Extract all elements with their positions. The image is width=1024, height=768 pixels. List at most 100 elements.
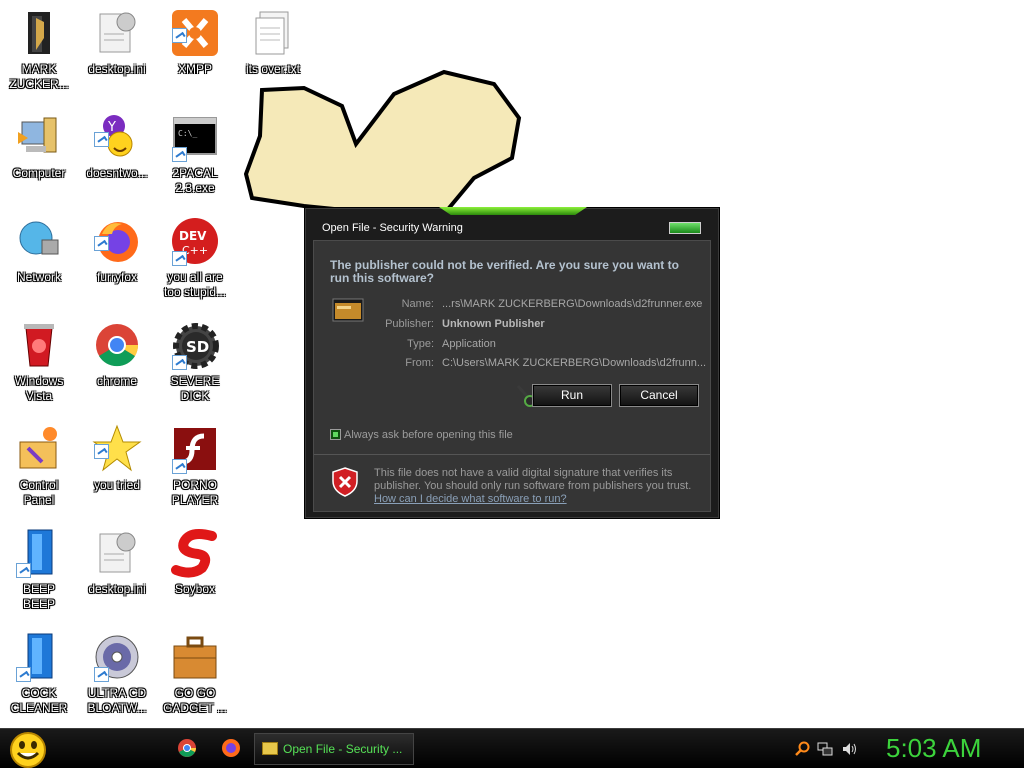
- desktop-icon-label: ULTRA CD BLOATW...: [87, 686, 147, 715]
- desktop-icon-label: Control Panel: [19, 478, 59, 507]
- network-globe-icon: [14, 216, 64, 266]
- shortcut-arrow-icon: [94, 444, 109, 459]
- dialog-body: The publisher could not be verified. Are…: [313, 240, 711, 512]
- desktop-icon-label: XMPP: [177, 62, 212, 76]
- shortcut-arrow-icon: [16, 667, 31, 682]
- always-ask-checkbox[interactable]: [330, 429, 341, 440]
- settings-file-icon: [92, 528, 142, 578]
- shortcut-arrow-icon: [172, 459, 187, 474]
- taskbar-item-security-warning[interactable]: Open File - Security ...: [254, 733, 414, 765]
- text-file-icon: [248, 8, 298, 58]
- warning-text: This file does not have a valid digital …: [374, 467, 692, 492]
- desktop-icon-label: BEEP BEEP: [22, 582, 55, 611]
- desktop-icon-label: doesntwo...: [86, 166, 148, 180]
- network-tray-icon[interactable]: [817, 741, 833, 757]
- desktop-icon-doesntwo[interactable]: Y doesntwo...: [78, 112, 156, 181]
- field-from: From: C:\Users\MARK ZUCKERBERG\Downloads\…: [374, 357, 707, 369]
- field-from-label: From:: [405, 357, 434, 369]
- desktop-icon-label: PORNO PLAYER: [171, 478, 219, 507]
- desktop-icon-ultra-cd[interactable]: ULTRA CD BLOATW...: [78, 632, 156, 716]
- desktop-blob-shape: [244, 69, 522, 216]
- desktop-icon-you-all-are-too-stupid[interactable]: DEV C++ you all are too stupid...: [156, 216, 234, 300]
- taskbar-item-label: Open File - Security ...: [283, 742, 403, 756]
- recycle-bin-icon: [14, 320, 64, 370]
- chrome-quicklaunch-icon[interactable]: [177, 738, 197, 758]
- field-from-value: C:\Users\MARK ZUCKERBERG\Downloads\d2fru…: [442, 357, 707, 369]
- desktop-icon-label: Computer: [12, 166, 66, 180]
- settings-file-icon: [92, 8, 142, 58]
- desktop-icon-furryfox[interactable]: furryfox: [78, 216, 156, 285]
- field-name-label: Name:: [401, 298, 434, 310]
- desktop-icon-label: you tried: [93, 478, 141, 492]
- desktop-icon-you-tried[interactable]: you tried: [78, 424, 156, 493]
- volume-icon[interactable]: [841, 741, 857, 757]
- desktop-icon-cock-cleaner[interactable]: COCK CLEANER: [0, 632, 78, 716]
- chrome-icon: [92, 320, 142, 370]
- desktop-icon-beep-beep[interactable]: BEEP BEEP: [0, 528, 78, 612]
- field-publisher: Publisher: Unknown Publisher: [374, 318, 704, 330]
- taskbar-clock[interactable]: 5:03 AM: [886, 733, 981, 764]
- field-type-label: Type:: [407, 338, 434, 350]
- field-type-value: Application: [442, 338, 496, 350]
- taskbar: Open File - Security ... 5:03 AM: [0, 728, 1024, 768]
- security-warning-dialog: Open File - Security Warning The publish…: [304, 207, 720, 519]
- desktop-icon-its-over-txt[interactable]: its over.txt: [234, 8, 312, 77]
- desktop-icon-label: desktop.ini: [88, 62, 146, 76]
- desktop-icon-desktop-ini[interactable]: desktop.ini: [78, 8, 156, 77]
- desktop-icon-label: Network: [16, 270, 61, 284]
- desktop-icon-mark-zucker[interactable]: MARK ZUCKER...: [0, 8, 78, 92]
- svg-text:SD: SD: [186, 338, 209, 356]
- desktop-icon-label: Soybox: [174, 582, 216, 596]
- desktop-icon-2pacal[interactable]: C:\_ 2PACAL 2.3.exe: [156, 112, 234, 196]
- desktop-icon-chrome[interactable]: chrome: [78, 320, 156, 389]
- desktop-icon-control-panel[interactable]: Control Panel: [0, 424, 78, 508]
- desktop-icon-label: SEVERE DICK: [170, 374, 220, 403]
- svg-text:C:\_: C:\_: [178, 129, 197, 138]
- always-ask-checkbox-row[interactable]: Always ask before opening this file: [330, 429, 513, 441]
- folder-icon: [262, 742, 278, 755]
- desktop-icon-label: 2PACAL 2.3.exe: [172, 166, 218, 195]
- desktop-icon-soybox[interactable]: Soybox: [156, 528, 234, 597]
- desktop-icon-network[interactable]: Network: [0, 216, 78, 285]
- red-s-icon: [170, 528, 220, 578]
- always-ask-label: Always ask before opening this file: [344, 429, 513, 441]
- dialog-title: Open File - Security Warning: [322, 222, 463, 234]
- start-button-smiley-icon[interactable]: [8, 731, 48, 768]
- svg-text:DEV: DEV: [179, 229, 207, 243]
- run-button[interactable]: Run: [532, 384, 612, 407]
- warning-shield-icon: [332, 467, 358, 497]
- cancel-button[interactable]: Cancel: [619, 384, 699, 407]
- search-icon[interactable]: [794, 741, 810, 757]
- field-type: Type: Application: [374, 338, 704, 350]
- desktop-icon-label: its over.txt: [245, 62, 301, 76]
- shortcut-arrow-icon: [16, 563, 31, 578]
- desktop-icon-desktop-ini-2[interactable]: desktop.ini: [78, 528, 156, 597]
- dialog-top-accent: [439, 207, 587, 215]
- desktop-icon-porno-player[interactable]: PORNO PLAYER: [156, 424, 234, 508]
- desktop-icon-label: desktop.ini: [88, 582, 146, 596]
- desktop-icon-label: you all are too stupid...: [163, 270, 227, 299]
- dialog-titlebar[interactable]: Open File - Security Warning: [305, 218, 719, 240]
- desktop-icon-xmpp[interactable]: XMPP: [156, 8, 234, 77]
- help-link[interactable]: How can I decide what software to run?: [374, 493, 567, 505]
- shortcut-arrow-icon: [94, 667, 109, 682]
- firefox-quicklaunch-icon[interactable]: [221, 738, 241, 758]
- desktop-icon-go-go-gadget[interactable]: GO GO GADGET ...: [156, 632, 234, 716]
- warning-message: This file does not have a valid digital …: [374, 467, 704, 506]
- field-name: Name: ...rs\MARK ZUCKERBERG\Downloads\d2f…: [374, 298, 704, 310]
- computer-icon: [14, 112, 64, 162]
- desktop-icon-label: chrome: [96, 374, 137, 388]
- dialog-question: The publisher could not be verified. Are…: [330, 258, 679, 285]
- field-publisher-value: Unknown Publisher: [442, 318, 545, 330]
- application-icon: [332, 298, 364, 322]
- desktop-icon-computer[interactable]: Computer: [0, 112, 78, 181]
- field-publisher-label: Publisher:: [385, 318, 434, 330]
- desktop-icon-severe-dick[interactable]: SD SEVERE DICK: [156, 320, 234, 404]
- desktop-icon-label: COCK CLEANER: [10, 686, 68, 715]
- shortcut-arrow-icon: [172, 355, 187, 370]
- close-icon[interactable]: [669, 222, 701, 234]
- desktop-icon-windows-vista[interactable]: Windows Vista: [0, 320, 78, 404]
- shortcut-arrow-icon: [172, 28, 187, 43]
- dialog-divider: [314, 454, 710, 455]
- desktop-icon-label: GO GO GADGET ...: [163, 686, 227, 715]
